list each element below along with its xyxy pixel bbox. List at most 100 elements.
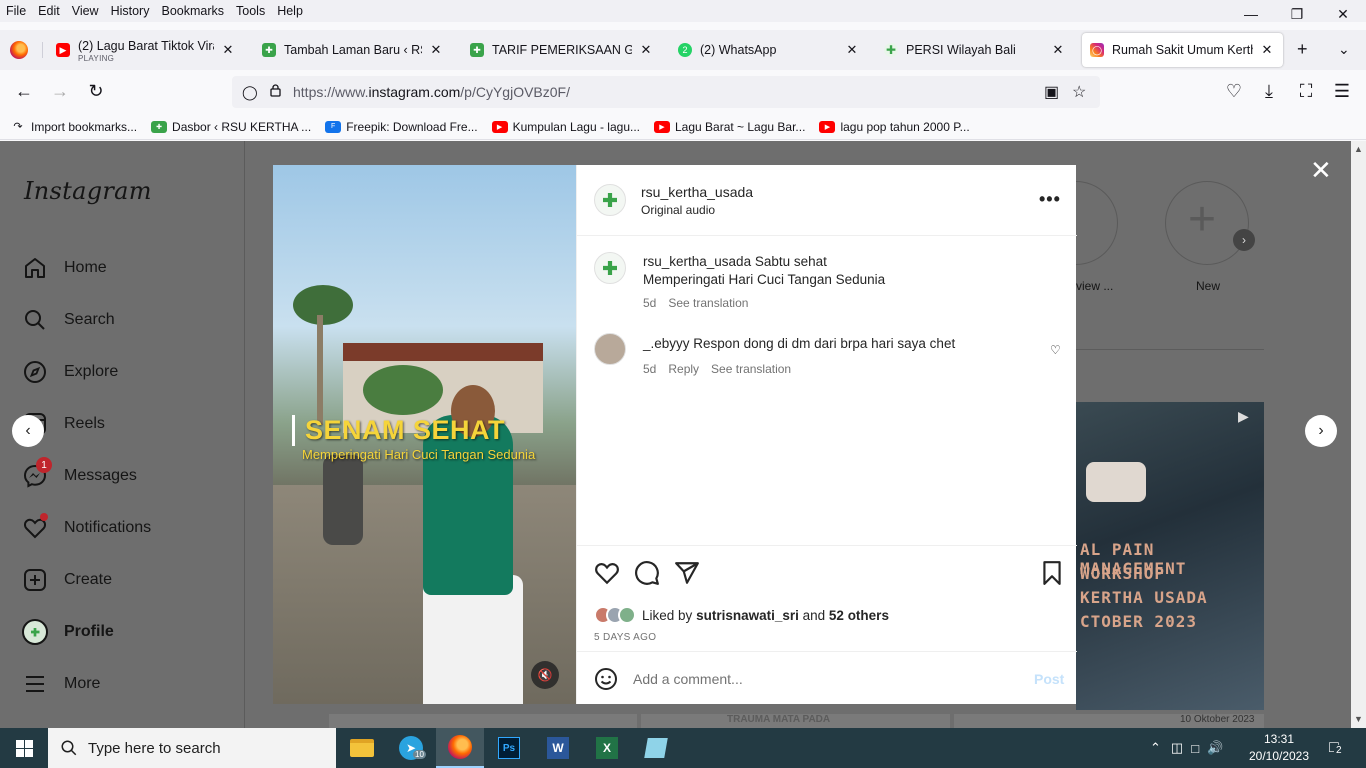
more-options-icon[interactable]: •••: [1039, 189, 1061, 210]
battery-icon[interactable]: ◫: [1171, 740, 1183, 756]
highlight-new[interactable]: +: [1165, 181, 1249, 265]
tab-persi[interactable]: ✚ PERSI Wilayah Bali ✕: [876, 33, 1074, 67]
excel-app[interactable]: X: [583, 728, 631, 768]
start-button[interactable]: [0, 728, 48, 768]
menu-file[interactable]: File: [0, 4, 32, 18]
close-tab-icon[interactable]: ✕: [638, 42, 654, 58]
sidebar-item-messages[interactable]: 1 Messages: [22, 457, 137, 489]
telegram-app[interactable]: ➤ 10: [387, 728, 435, 768]
prev-post-icon[interactable]: ‹: [12, 415, 44, 447]
save-icon[interactable]: [1039, 560, 1065, 586]
bookmark-star-icon[interactable]: ☆: [1072, 82, 1086, 102]
author-username[interactable]: rsu_kertha_usada: [641, 184, 753, 200]
close-tab-icon[interactable]: ✕: [1050, 42, 1066, 58]
next-post-icon[interactable]: ›: [1305, 415, 1337, 447]
sidebar-item-profile[interactable]: Profile: [22, 619, 114, 645]
menu-view[interactable]: View: [66, 4, 105, 18]
hamburger-menu-icon[interactable]: ☰: [1330, 81, 1354, 102]
menu-bookmarks[interactable]: Bookmarks: [155, 4, 230, 18]
close-window-icon[interactable]: ✕: [1320, 0, 1366, 28]
sidebar-item-search[interactable]: Search: [22, 307, 115, 333]
downloads-icon[interactable]: ⤓: [1257, 81, 1281, 102]
menu-help[interactable]: Help: [271, 4, 309, 18]
bookmark-freepik[interactable]: F Freepik: Download Fre...: [325, 120, 478, 134]
comment-input[interactable]: [633, 667, 1013, 691]
post-video[interactable]: SENAM SEHAT Memperingati Hari Cuci Tanga…: [273, 165, 576, 704]
restore-icon[interactable]: ❐: [1274, 0, 1320, 28]
mute-icon[interactable]: 🔇: [531, 661, 559, 689]
menu-edit[interactable]: Edit: [32, 4, 66, 18]
caption-username[interactable]: rsu_kertha_usada: [643, 254, 751, 269]
sidebar-item-notifications[interactable]: Notifications: [22, 513, 151, 541]
firefox-app[interactable]: [436, 728, 484, 768]
reply-link[interactable]: Reply: [668, 362, 699, 376]
notification-center-icon[interactable]: □2: [1322, 737, 1346, 759]
instagram-logo[interactable]: Instagram: [24, 177, 152, 205]
emoji-icon[interactable]: [594, 667, 618, 691]
see-translation-link[interactable]: See translation: [668, 296, 748, 310]
word-app[interactable]: W: [534, 728, 582, 768]
scroll-up-icon[interactable]: ▲: [1354, 144, 1363, 154]
close-tab-icon[interactable]: ✕: [1259, 42, 1275, 58]
background-post-thumbnail[interactable]: AL PAIN MANAGEMENT WORKSHOP KERTHA USADA…: [1076, 402, 1264, 710]
notes-app[interactable]: [632, 728, 680, 768]
back-icon[interactable]: ←: [12, 81, 36, 102]
tab-tambah-laman[interactable]: ✚ Tambah Laman Baru ‹ RSU Kertha ✕: [254, 33, 452, 67]
address-bar[interactable]: ◯ https://www.instagram.com/p/CyYgjOVBz0…: [232, 76, 1100, 108]
original-audio-link[interactable]: Original audio: [641, 203, 715, 217]
sidebar-item-create[interactable]: Create: [22, 567, 112, 593]
bookmark-kumpulan-lagu[interactable]: ▶ Kumpulan Lagu - lagu...: [491, 120, 640, 134]
close-tab-icon[interactable]: ✕: [220, 42, 236, 58]
tab-tarif[interactable]: ✚ TARIF PEMERIKSAAN GENOMIK ✕: [462, 33, 662, 67]
tab-instagram[interactable]: ◯ Rumah Sakit Umum Kertha Usada ✕: [1082, 33, 1283, 67]
bookmark-import[interactable]: ↷ Import bookmarks...: [10, 120, 137, 134]
close-tab-icon[interactable]: ✕: [428, 42, 444, 58]
sidebar-item-explore[interactable]: Explore: [22, 359, 118, 385]
firefox-icon[interactable]: [10, 41, 28, 59]
author-avatar[interactable]: [594, 184, 626, 216]
close-tab-icon[interactable]: ✕: [844, 42, 860, 58]
liker-username[interactable]: sutrisnawati_sri: [696, 608, 799, 623]
volume-icon[interactable]: 🔊: [1207, 740, 1223, 756]
bookmark-lagu-pop[interactable]: ▶ lagu pop tahun 2000 P...: [819, 120, 970, 134]
minimize-icon[interactable]: —: [1228, 0, 1274, 28]
reader-view-icon[interactable]: ▣: [1044, 82, 1059, 102]
tab-youtube-music[interactable]: ▶ (2) Lagu Barat Tiktok Viral 2023 ✕ PLA…: [48, 33, 244, 67]
pocket-icon[interactable]: ♡: [1222, 81, 1246, 102]
bookmark-lagu-barat[interactable]: ▶ Lagu Barat ~ Lagu Bar...: [654, 120, 805, 134]
extensions-icon[interactable]: ⛶: [1294, 81, 1318, 102]
photoshop-app[interactable]: Ps: [485, 728, 533, 768]
post-comment-button[interactable]: Post: [1034, 671, 1064, 687]
bookmark-dasbor[interactable]: ✚ Dasbor ‹ RSU KERTHA ...: [151, 120, 311, 134]
lock-icon[interactable]: [270, 84, 281, 97]
comment-username[interactable]: _.ebyyy: [643, 336, 690, 351]
like-icon[interactable]: [594, 560, 620, 586]
reload-icon[interactable]: ↻: [84, 81, 108, 102]
tracking-shield-icon[interactable]: ◯: [242, 84, 258, 101]
taskbar-search[interactable]: Type here to search: [48, 728, 336, 768]
comment-icon[interactable]: [634, 560, 660, 586]
post-timestamp[interactable]: 5 DAYS AGO: [594, 632, 656, 643]
like-comment-icon[interactable]: ♡: [1050, 343, 1061, 357]
list-tabs-icon[interactable]: ⌄: [1338, 41, 1350, 58]
see-translation-link[interactable]: See translation: [711, 362, 791, 376]
taskbar-clock[interactable]: 13:31 20/10/2023: [1246, 731, 1312, 765]
close-modal-icon[interactable]: ✕: [1310, 155, 1332, 186]
file-explorer-app[interactable]: [338, 728, 386, 768]
network-icon[interactable]: □: [1191, 741, 1199, 756]
caption-avatar[interactable]: [594, 252, 626, 284]
tray-expand-icon[interactable]: ⌃: [1150, 740, 1161, 756]
share-icon[interactable]: [674, 560, 700, 586]
commenter-avatar[interactable]: [594, 333, 626, 365]
likes-others-link[interactable]: 52 others: [829, 608, 889, 623]
forward-icon[interactable]: →: [48, 81, 72, 102]
sidebar-item-more[interactable]: More: [22, 671, 100, 697]
page-scrollbar[interactable]: ▲ ▼: [1351, 141, 1366, 728]
scroll-down-icon[interactable]: ▼: [1354, 714, 1363, 724]
menu-history[interactable]: History: [105, 4, 156, 18]
sidebar-item-home[interactable]: Home: [22, 255, 107, 281]
caption-time[interactable]: 5d: [643, 296, 656, 310]
menu-tools[interactable]: Tools: [230, 4, 271, 18]
highlights-next-icon[interactable]: ›: [1233, 229, 1255, 251]
tab-whatsapp[interactable]: 2 (2) WhatsApp ✕: [670, 33, 868, 67]
